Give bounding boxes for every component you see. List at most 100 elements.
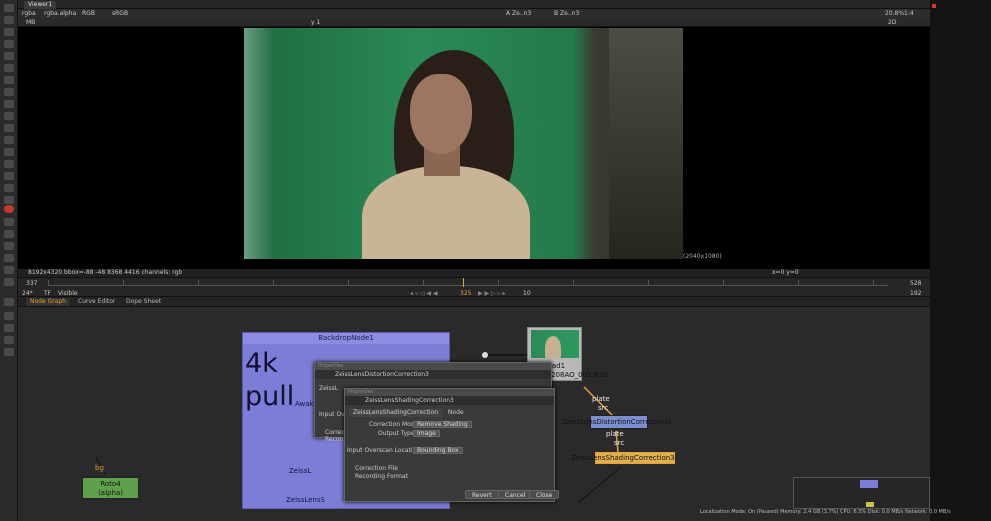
circle-tool-icon[interactable] — [4, 64, 14, 72]
edge-label-plate-2: plate — [606, 430, 624, 438]
fps-field[interactable]: 24* — [22, 290, 33, 297]
timeline-ruler[interactable] — [48, 280, 888, 286]
output-type-label: Output Type — [378, 430, 415, 437]
roto-input-label: bg — [95, 464, 104, 472]
dialog-back-frag-correct: Correc — [325, 429, 345, 436]
settings-tool-icon[interactable] — [4, 336, 14, 344]
read-thumbnail — [531, 330, 579, 358]
record-icon[interactable] — [4, 205, 14, 213]
tab-shading-correction[interactable]: ZeissLensShadingCorrection — [349, 409, 442, 417]
shape-tool-icon[interactable] — [4, 52, 14, 60]
channel-tool-icon[interactable] — [4, 148, 14, 156]
mb-toggle[interactable]: MB — [26, 19, 35, 26]
viewer-toolbar-second: MB y 1 2D — [18, 18, 930, 27]
edge-label-src-2: src — [614, 439, 625, 447]
color-tool-icon[interactable] — [4, 112, 14, 120]
tab-dope-sheet[interactable]: Dope Sheet — [122, 298, 165, 306]
viewer-toolbar-top: rgba rgba.alpha RGB sRGB A Ze..n3 B Ze..… — [18, 9, 930, 18]
view-mode-dropdown[interactable]: 2D — [888, 19, 896, 26]
dialog-node-name[interactable]: ZeissLensDistortionCorrection3 — [315, 370, 551, 379]
end-frame-field[interactable]: 192 — [910, 290, 921, 297]
tab-curve-editor[interactable]: Curve Editor — [74, 298, 119, 306]
other-tool-icon[interactable] — [4, 278, 14, 286]
nuke-logo-icon — [4, 348, 14, 356]
time-tool-icon[interactable] — [4, 160, 14, 168]
tf-dropdown[interactable]: TF — [44, 290, 51, 297]
visible-dropdown[interactable]: Visible — [58, 290, 78, 297]
output-type-dropdown[interactable]: Image — [413, 430, 440, 437]
close-icon[interactable] — [932, 4, 936, 8]
input-a-dropdown[interactable]: A Ze..n3 — [506, 10, 531, 17]
timeline-start[interactable]: 337 — [26, 280, 37, 287]
revert-button[interactable]: Revert — [465, 490, 499, 499]
roto-node[interactable]: Roto4 (alpha) — [82, 477, 139, 499]
tab-node[interactable]: Node — [444, 409, 468, 417]
proxy-ratio-dropdown[interactable]: 1:4 — [904, 10, 914, 17]
metadata-tool-icon[interactable] — [4, 254, 14, 262]
edge-label-plate-1: plate — [592, 395, 610, 403]
playback-controls-left-icon[interactable]: ◂ ◃ ◁ ◀ ◀ — [410, 290, 438, 297]
particles-tool-icon[interactable] — [4, 218, 14, 226]
correction-mode-dropdown[interactable]: Remove Shading — [413, 421, 472, 428]
toolsets-tool-icon[interactable] — [4, 266, 14, 274]
brush-tool-icon[interactable] — [4, 16, 14, 24]
shading-node-label: ZeissLensShadingCorrection3 — [571, 454, 675, 462]
gamma-y-field[interactable]: y 1 — [311, 19, 320, 26]
correction-file-label: Correction File — [355, 465, 398, 472]
backdrop-title: BackdropNode1 — [243, 333, 449, 344]
format-label: (2040x1080) — [683, 253, 722, 260]
grid-tool-icon[interactable] — [4, 40, 14, 48]
backdrop-text-awake: Awak — [295, 400, 314, 408]
minimap-backdrop — [860, 480, 878, 488]
close-button[interactable]: Close — [529, 490, 560, 499]
panel-tab-bar: Node Graph Curve Editor Dope Sheet — [18, 297, 930, 307]
dialog-back-frag-record: Record — [325, 436, 346, 443]
colorspace-dropdown[interactable]: RGB — [82, 10, 95, 17]
draw-tool-icon[interactable] — [4, 172, 14, 180]
views-tool-icon[interactable] — [4, 242, 14, 250]
image-tool-icon[interactable] — [4, 184, 14, 192]
clone-tool-icon[interactable] — [4, 28, 14, 36]
display-lut-dropdown[interactable]: sRGB — [112, 10, 128, 17]
properties-dialog-shading[interactable]: Properties ZeissLensShadingCorrection3 Z… — [344, 388, 560, 502]
blur-tool-icon[interactable] — [4, 76, 14, 84]
left-toolbar — [0, 0, 18, 521]
overscan-dropdown[interactable]: Bounding Box — [413, 447, 463, 454]
alpha-dropdown[interactable]: rgba.alpha — [44, 10, 76, 17]
tab-viewer1[interactable]: Viewer1 — [24, 1, 57, 9]
dialog-front-node-name[interactable]: ZeissLensShadingCorrection3 — [345, 396, 554, 405]
playhead[interactable] — [463, 278, 464, 287]
backdrop-text-zeiss2: ZeissLensS — [286, 496, 325, 504]
bbox-info: 8192x4320 bbox=-88 -48 8368 4416 channel… — [28, 269, 183, 276]
node-graph-minimap[interactable] — [793, 477, 930, 509]
output-type-value[interactable]: Image — [413, 430, 440, 437]
timeline-end[interactable]: 528 — [910, 280, 921, 287]
overscan-label: Input Overscan Location — [347, 447, 421, 454]
channels-dropdown[interactable]: rgba — [22, 10, 36, 17]
ocula-tool-icon[interactable] — [4, 324, 14, 332]
correction-mode-value[interactable]: Remove Shading — [413, 421, 472, 428]
backdrop-label-4k: 4k — [245, 348, 278, 379]
input-b-dropdown[interactable]: B Ze..n3 — [554, 10, 579, 17]
keyer-tool-icon[interactable] — [4, 124, 14, 132]
pointer-tool-icon[interactable] — [4, 4, 14, 12]
viewer-info-bar: 8192x4320 bbox=-88 -48 8368 4416 channel… — [18, 269, 930, 277]
overscan-value[interactable]: Bounding Box — [413, 447, 463, 454]
cancel-button[interactable]: Cancel — [498, 490, 533, 499]
timeline[interactable]: 337 24* TF Visible ◂ ◃ ◁ ◀ ◀ 325 ▶ ▶ ▷ ▹… — [18, 277, 930, 297]
furnace-tool-icon[interactable] — [4, 312, 14, 320]
plugin-tool-icon[interactable] — [4, 298, 14, 306]
minimap-node — [866, 502, 874, 507]
current-frame-field[interactable]: 325 — [460, 290, 471, 297]
transform-tool-icon[interactable] — [4, 88, 14, 96]
backdrop-label-pull: pull — [245, 381, 295, 412]
deep-tool-icon[interactable] — [4, 230, 14, 238]
dialog-back-frag-sub: ZeissL — [319, 385, 339, 392]
merge-tool-icon[interactable] — [4, 100, 14, 108]
increment-field[interactable]: 10 — [523, 290, 531, 297]
zoom-dropdown[interactable]: 20.8% — [885, 10, 904, 17]
tab-node-graph[interactable]: Node Graph — [26, 298, 70, 306]
playback-controls-right-icon[interactable]: ▶ ▶ ▷ ▹ ▸ — [478, 290, 506, 297]
3d-tool-icon[interactable] — [4, 196, 14, 204]
filter-tool-icon[interactable] — [4, 136, 14, 144]
